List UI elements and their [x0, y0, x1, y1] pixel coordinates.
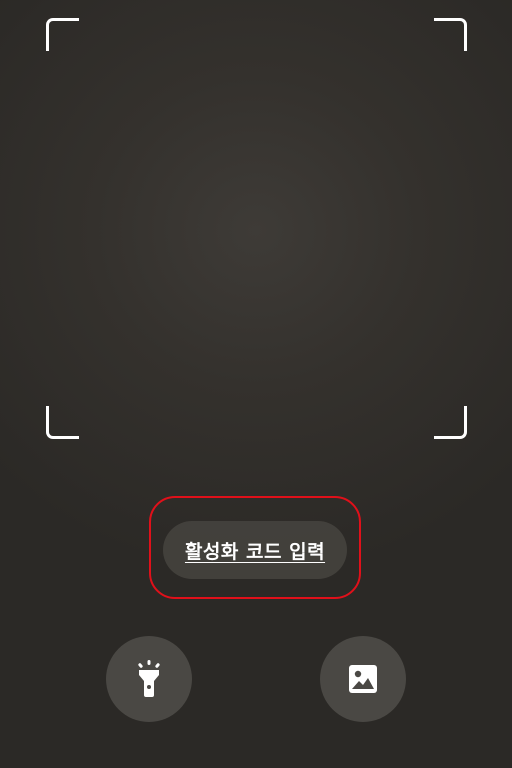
- viewfinder-corner-top-left: [46, 18, 79, 51]
- viewfinder-corner-top-right: [434, 18, 467, 51]
- scan-viewfinder: [46, 18, 467, 439]
- qr-scanner-screen: 활성화 코드 입력: [0, 0, 512, 768]
- flashlight-button[interactable]: [106, 636, 192, 722]
- enter-activation-code-button[interactable]: 활성화 코드 입력: [163, 521, 347, 579]
- gallery-button[interactable]: [320, 636, 406, 722]
- image-gallery-icon: [348, 664, 378, 694]
- flashlight-icon: [132, 659, 166, 699]
- viewfinder-corner-bottom-right: [434, 406, 467, 439]
- viewfinder-corner-bottom-left: [46, 406, 79, 439]
- enter-activation-code-label: 활성화 코드 입력: [184, 540, 326, 563]
